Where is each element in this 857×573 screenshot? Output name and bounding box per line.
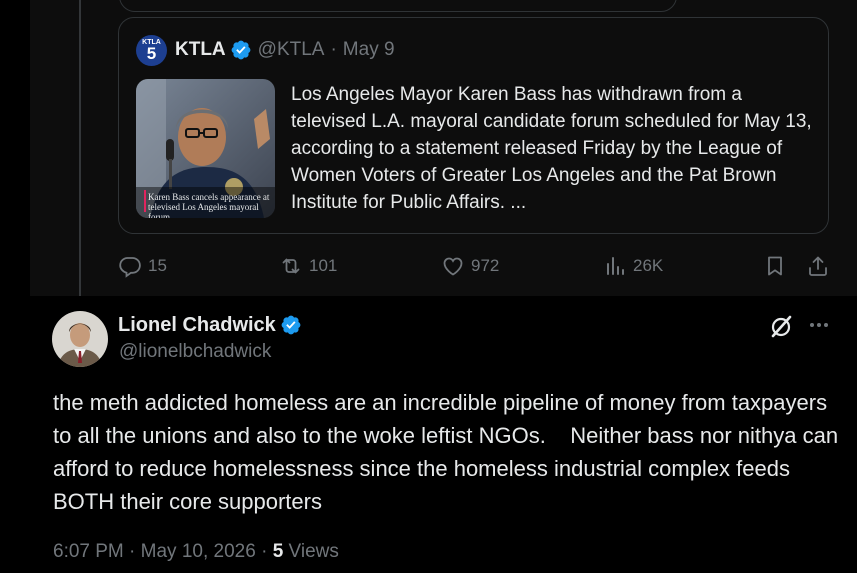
author-name-row: Lionel Chadwick <box>118 312 308 338</box>
thread-line <box>79 0 81 296</box>
tweet-date[interactable]: May 10, 2026 <box>141 541 256 562</box>
tweet-views-label[interactable]: Views <box>289 541 339 562</box>
more-icon <box>810 323 828 327</box>
views-chart-icon <box>607 257 624 275</box>
quoted-date[interactable]: May 9 <box>343 39 395 61</box>
tweet-text: the meth addicted homeless are an incred… <box>53 390 845 514</box>
tweet-metadata: 6:07 PM · May 10, 2026 · 5 Views <box>53 541 339 563</box>
quoted-author-handle[interactable]: @KTLA <box>258 39 325 61</box>
ktla-avatar[interactable]: KTLA 5 <box>136 34 167 66</box>
thumbnail-caption: Karen Bass cancels appearance at televis… <box>148 192 270 218</box>
author-name[interactable]: Lionel Chadwick <box>118 314 276 337</box>
quoted-media-thumbnail[interactable]: Karen Bass cancels appearance at televis… <box>136 79 275 218</box>
quoted-tweet-text: Los Angeles Mayor Karen Bass has withdra… <box>291 84 812 213</box>
ktla-logo-number: 5 <box>146 43 157 63</box>
tweet-time[interactable]: 6:07 PM <box>53 541 124 562</box>
grok-icon <box>771 315 792 338</box>
tweet-views-count: 5 <box>272 541 284 562</box>
reply-icon <box>119 257 141 278</box>
verified-badge-icon[interactable] <box>280 314 302 336</box>
previous-card-edge <box>119 0 677 12</box>
author-photo-image <box>52 311 108 367</box>
separator-dot: · <box>261 541 268 562</box>
repost-icon <box>282 258 300 274</box>
views-count: 26K <box>633 256 664 275</box>
author-avatar[interactable] <box>52 311 108 367</box>
separator-dot: · <box>129 541 136 562</box>
repost-button[interactable]: 101 <box>279 250 337 282</box>
quoted-tweet-card[interactable]: KTLA 5 KTLA @KTLA · May 9 Karen Bass can… <box>118 17 829 234</box>
more-options-button[interactable] <box>806 312 832 338</box>
reply-count: 15 <box>148 256 167 275</box>
separator-dot: · <box>330 39 337 60</box>
quoted-author-name[interactable]: KTLA <box>175 39 226 61</box>
reply-button[interactable]: 15 <box>118 250 167 282</box>
share-icon <box>809 256 827 276</box>
views-button[interactable]: 26K <box>603 250 663 282</box>
like-button[interactable]: 972 <box>441 250 499 282</box>
quoted-tweet-header: KTLA 5 KTLA @KTLA · May 9 <box>136 34 395 66</box>
like-count: 972 <box>471 256 500 275</box>
bookmark-icon <box>768 256 782 276</box>
grok-button[interactable] <box>766 312 796 342</box>
author-handle[interactable]: @lionelbchadwick <box>119 341 271 363</box>
verified-badge-icon[interactable] <box>230 39 252 61</box>
share-button[interactable] <box>806 250 836 282</box>
repost-count: 101 <box>309 256 338 275</box>
tweet-action-bar: 15 101 972 26K <box>118 250 834 282</box>
bookmark-button[interactable] <box>763 250 793 282</box>
heart-icon <box>443 257 463 276</box>
